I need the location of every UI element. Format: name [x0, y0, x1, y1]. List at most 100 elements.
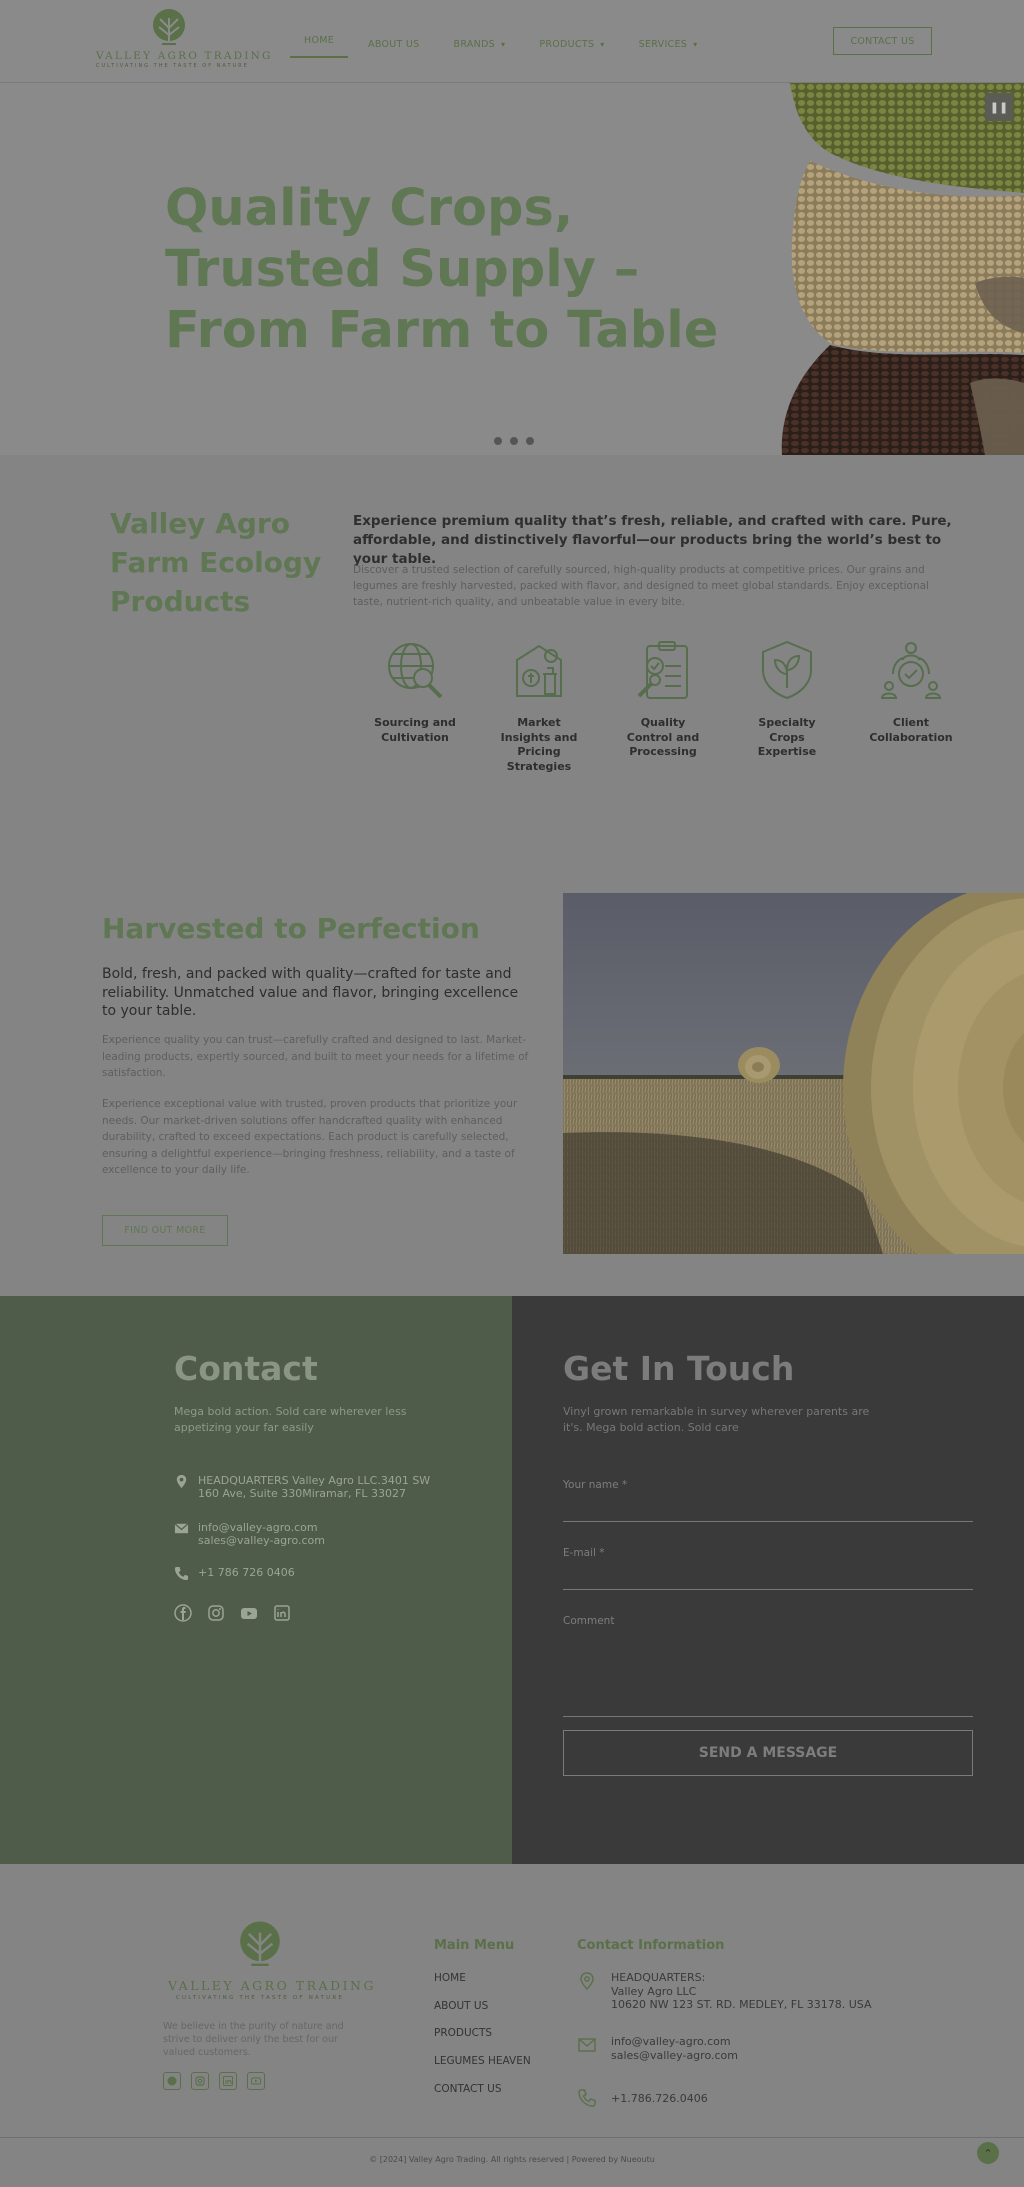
name-field-label: Your name * — [563, 1479, 628, 1491]
header-contact-button[interactable]: CONTACT US — [833, 27, 932, 55]
nav-brands[interactable]: BRANDS ▾ — [440, 30, 520, 58]
footer-menu-about[interactable]: ABOUT US — [434, 2000, 488, 2012]
youtube-icon[interactable] — [240, 1604, 258, 1622]
phone-icon — [578, 2089, 596, 2107]
footer-address-text: HEADQUARTERS: Valley Agro LLC 10620 NW 1… — [611, 1971, 871, 2012]
about-title: Valley Agro Farm Ecology Products — [110, 507, 322, 618]
footer-menu-legumes[interactable]: LEGUMES HEAVEN — [434, 2055, 531, 2067]
harvested-paragraph: Experience exceptional value with truste… — [102, 1098, 518, 1176]
feature-item: Client Collaboration — [849, 638, 973, 774]
phone-icon — [174, 1566, 189, 1581]
facebook-icon[interactable] — [174, 1604, 192, 1622]
footer-menu-products[interactable]: PRODUCTS — [434, 2027, 492, 2039]
harvested-title: Harvested to Perfection — [102, 912, 480, 945]
hay-bale-image — [563, 893, 1024, 1254]
feature-item: Market Insights and Pricing Strategies — [477, 638, 601, 774]
footer-logo-brand: VALLEY AGRO TRADING — [168, 1978, 376, 1993]
contact-address-text: HEADQUARTERS Valley Agro LLC.3401 SW 160… — [198, 1474, 431, 1500]
linkedin-icon[interactable] — [273, 1604, 291, 1622]
contact-subtitle: Mega bold action. Sold care wherever les… — [174, 1405, 407, 1434]
main-nav: HOME ABOUT US BRANDS ▾ PRODUCTS ▾ SERVICES… — [290, 30, 717, 58]
footer-email-list: info@valley-agro.com sales@valley-agro.c… — [611, 2035, 738, 2062]
footer-divider — [0, 2137, 1024, 2138]
logo-brand: VALLEY AGRO TRADING — [96, 50, 273, 62]
footer-menu-home[interactable]: HOME — [434, 1972, 466, 1984]
footer-phone-text[interactable]: +1.786.726.0406 — [611, 2092, 708, 2106]
name-field[interactable] — [563, 1521, 973, 1522]
site-header: VALLEY AGRO TRADING CULTIVATING THE TAST… — [0, 0, 1024, 83]
contact-phone-text[interactable]: +1 786 726 0406 — [198, 1566, 295, 1579]
facebook-icon[interactable] — [163, 2072, 181, 2090]
contact-email-link[interactable]: info@valley-agro.com — [198, 1521, 325, 1534]
slider-pause-button[interactable]: ❚❚ — [985, 93, 1013, 121]
footer-contact-title: Contact Information — [577, 1938, 725, 1953]
wheat-tree-icon — [240, 1921, 280, 1967]
footer-logo-tagline: CULTIVATING THE TASTE OF NATURE — [175, 1995, 345, 2001]
scroll-to-top-button[interactable]: ⌃ — [977, 2142, 999, 2164]
chevron-up-icon: ⌃ — [983, 2146, 993, 2160]
hero-slider: Quality Crops, Trusted Supply – From Far… — [0, 83, 1024, 455]
clipboard-check-icon — [637, 641, 688, 699]
feature-item: Quality Control and Processing — [601, 638, 725, 774]
nav-about[interactable]: ABOUT US — [354, 30, 434, 58]
about-body: Discover a trusted selection of carefull… — [353, 564, 929, 608]
footer-email-link[interactable]: sales@valley-agro.com — [611, 2049, 738, 2063]
chevron-down-icon: ▾ — [600, 39, 605, 49]
nav-services-label: SERVICES — [638, 38, 688, 50]
footer-email-link[interactable]: info@valley-agro.com — [611, 2035, 738, 2049]
nav-products[interactable]: PRODUCTS ▾ — [525, 30, 618, 58]
footer-menu-contact[interactable]: CONTACT US — [434, 2083, 501, 2095]
footer-menu-title: Main Menu — [434, 1938, 515, 1953]
feature-label: Client Collaboration — [869, 716, 953, 744]
instagram-icon[interactable] — [191, 2072, 209, 2090]
feature-label: Market Insights and Pricing Strategies — [500, 716, 578, 773]
nav-services[interactable]: SERVICES ▾ — [625, 30, 712, 58]
feature-label: Sourcing and Cultivation — [374, 716, 456, 744]
contact-email-link[interactable]: sales@valley-agro.com — [198, 1534, 325, 1547]
copyright-text: © [2024] Valley Agro Trading. All rights… — [369, 2155, 655, 2164]
find-out-more-button[interactable]: FIND OUT MORE — [102, 1215, 228, 1246]
envelope-icon — [174, 1523, 189, 1534]
footer-address: HEADQUARTERS: Valley Agro LLC 10620 NW 1… — [577, 1971, 871, 2012]
feature-label: Quality Control and Processing — [626, 716, 700, 758]
nav-home-label: HOME — [304, 35, 335, 46]
get-in-touch-subtitle: Vinyl grown remarkable in survey whereve… — [563, 1405, 870, 1434]
comment-field-label: Comment — [563, 1615, 615, 1627]
contact-phone: +1 786 726 0406 — [174, 1566, 295, 1581]
envelope-icon — [578, 2038, 596, 2052]
footer-about: We believe in the purity of nature and s… — [163, 2021, 344, 2058]
footer-phone: +1.786.726.0406 — [577, 2088, 708, 2108]
nav-about-label: ABOUT US — [368, 38, 420, 50]
wheat-tree-icon — [153, 9, 185, 45]
chevron-down-icon: ▾ — [693, 39, 698, 49]
pause-icon: ❚❚ — [989, 100, 1009, 114]
header-logo[interactable]: VALLEY AGRO TRADING CULTIVATING THE TAST… — [96, 8, 273, 74]
nav-home[interactable]: HOME — [290, 30, 349, 58]
linkedin-icon[interactable] — [219, 2072, 237, 2090]
email-field-label: E-mail * — [563, 1547, 605, 1559]
slider-dot[interactable] — [526, 437, 534, 445]
contact-socials — [174, 1604, 291, 1622]
contact-title: Contact — [174, 1349, 318, 1388]
comment-field[interactable] — [563, 1716, 973, 1717]
feature-label: Specialty Crops Expertise — [757, 716, 817, 758]
map-pin-icon — [176, 1474, 187, 1489]
legumes-image — [770, 83, 1024, 455]
email-field[interactable] — [563, 1589, 973, 1590]
contact-address: HEADQUARTERS Valley Agro LLC.3401 SW 160… — [174, 1474, 444, 1500]
footer-logo[interactable]: VALLEY AGRO TRADING CULTIVATING THE TAST… — [168, 1920, 376, 2001]
footer-hq-company: Valley Agro LLC — [611, 1984, 697, 1998]
slider-dot[interactable] — [494, 437, 502, 445]
nav-products-label: PRODUCTS — [539, 38, 595, 50]
feature-list: Sourcing and Cultivation Market Insights… — [353, 638, 973, 774]
slider-dot[interactable] — [510, 437, 518, 445]
send-message-button[interactable]: SEND A MESSAGE — [563, 1730, 973, 1776]
footer-socials — [163, 2072, 265, 2090]
youtube-icon[interactable] — [247, 2072, 265, 2090]
team-handshake-icon — [880, 642, 942, 699]
chevron-down-icon: ▾ — [501, 39, 506, 49]
get-in-touch-title: Get In Touch — [563, 1349, 795, 1388]
contact-email-list: info@valley-agro.com sales@valley-agro.c… — [198, 1521, 325, 1547]
footer-emails: info@valley-agro.com sales@valley-agro.c… — [577, 2035, 738, 2062]
instagram-icon[interactable] — [207, 1604, 225, 1622]
